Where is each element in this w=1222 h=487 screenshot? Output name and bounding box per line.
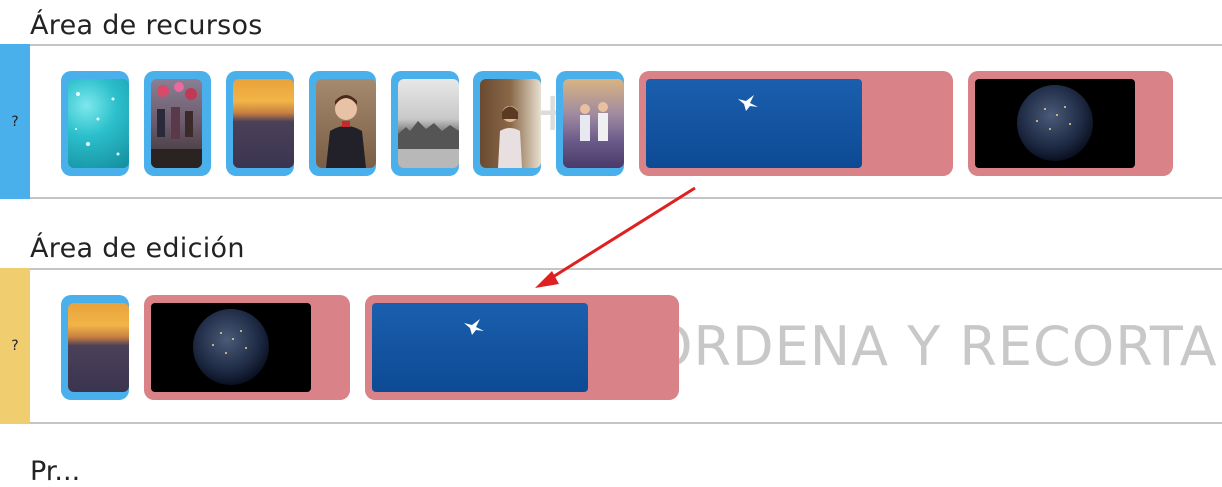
- clip-thumbnail: [68, 303, 129, 392]
- resource-clip-image[interactable]: [144, 71, 211, 176]
- kids-photo-icon: [580, 102, 608, 141]
- clip-thumbnail: [233, 79, 294, 168]
- portrait-photo-icon: [326, 95, 366, 168]
- resources-handle-label: ?: [11, 113, 19, 130]
- resources-track[interactable]: ? + I: [0, 44, 1222, 199]
- resources-track-handle[interactable]: ?: [0, 44, 30, 199]
- preview-section-title: Pr...: [30, 456, 81, 487]
- clip-thumbnail: [151, 79, 202, 168]
- editing-section-title: Área de edición: [30, 233, 245, 264]
- edit-clip-video[interactable]: [144, 295, 350, 400]
- people-photo-icon: [151, 82, 202, 168]
- clip-thumbnail: [480, 79, 541, 168]
- girl-photo-icon: [498, 106, 522, 168]
- edit-clip-video[interactable]: [365, 295, 679, 400]
- editing-watermark: ORDENA Y RECORTA: [650, 315, 1218, 378]
- clip-thumbnail: [646, 79, 862, 168]
- resource-clip-image[interactable]: [309, 71, 376, 176]
- bird-icon: [464, 319, 484, 335]
- clip-thumbnail: [68, 79, 129, 168]
- editing-track[interactable]: ? ORDENA Y RECORTA: [0, 268, 1222, 424]
- earth-icon: [193, 309, 269, 385]
- resource-clip-image[interactable]: [226, 71, 294, 176]
- edit-clip-image[interactable]: [61, 295, 129, 400]
- editing-handle-label: ?: [11, 338, 19, 354]
- landscape-photo-icon: [398, 121, 459, 168]
- earth-icon: [1017, 85, 1093, 161]
- resource-clip-image[interactable]: [556, 71, 624, 176]
- clip-thumbnail: [563, 79, 624, 168]
- clip-thumbnail: [975, 79, 1135, 168]
- resource-clip-image[interactable]: [391, 71, 459, 176]
- clip-thumbnail: [151, 303, 311, 392]
- sparkles-icon: [75, 92, 120, 156]
- resource-clip-image[interactable]: [61, 71, 129, 176]
- resource-clip-video[interactable]: [968, 71, 1173, 176]
- bird-icon: [738, 95, 758, 111]
- resource-clip-image[interactable]: [473, 71, 541, 176]
- clip-thumbnail: [398, 79, 459, 168]
- clip-thumbnail: [316, 79, 376, 168]
- editing-track-handle[interactable]: ?: [0, 268, 30, 424]
- clip-thumbnail: [372, 303, 588, 392]
- resources-section-title: Área de recursos: [30, 10, 263, 41]
- resource-clip-video[interactable]: [639, 71, 953, 176]
